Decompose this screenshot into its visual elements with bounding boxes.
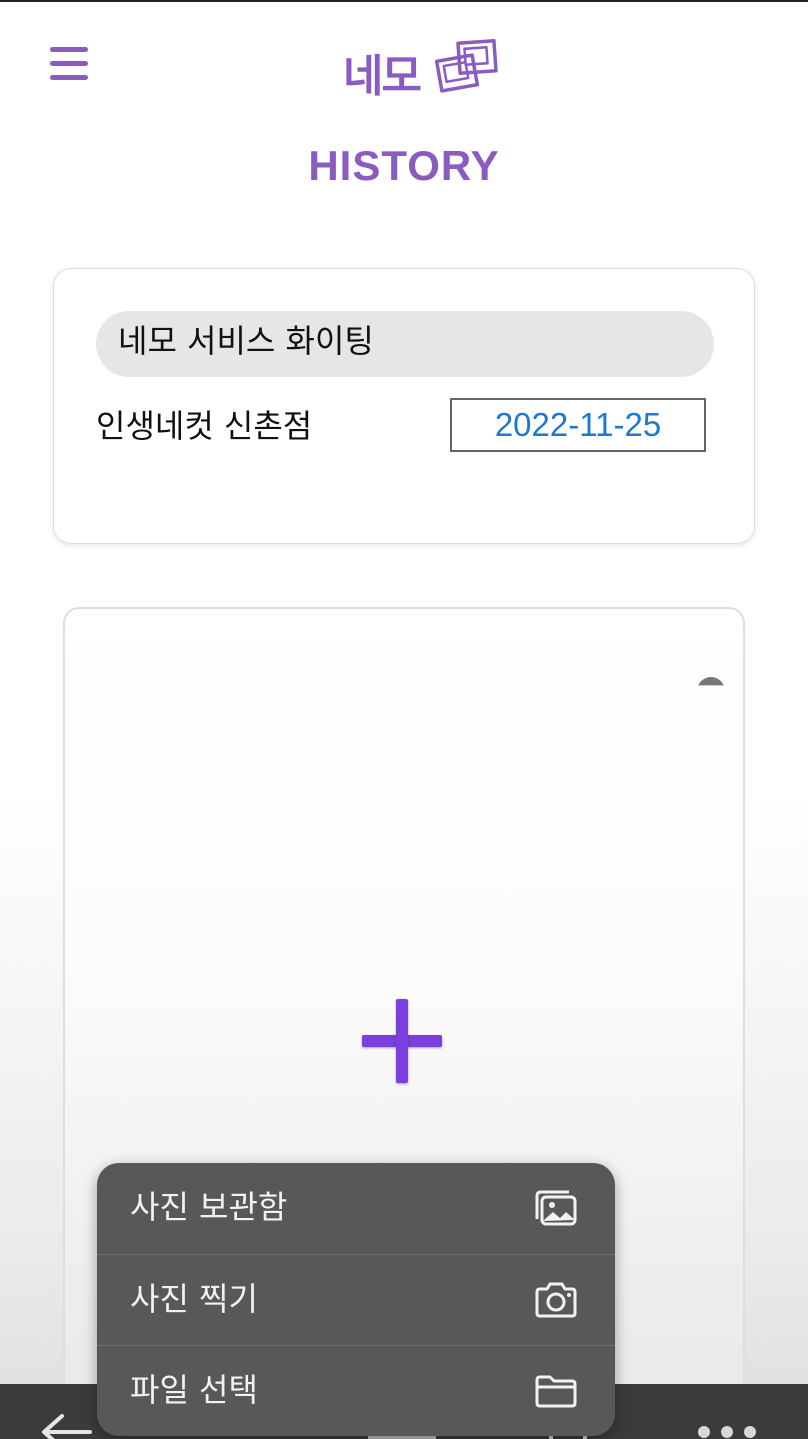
service-name-pill: 네모 서비스 화이팅 [96,311,714,377]
camera-icon [535,1282,577,1318]
photo-frames-icon [435,39,498,93]
folder-icon [535,1375,577,1408]
menu-item-label: 파일 선택 [130,1371,258,1409]
menu-item-take-photo[interactable]: 사진 찍기 [97,1254,615,1345]
plus-icon[interactable] [362,999,442,1083]
menu-item-choose-file[interactable]: 파일 선택 [97,1345,615,1436]
more-options-icon[interactable] [694,1424,760,1439]
photo-library-icon [535,1190,577,1226]
store-name: 인생네컷 신촌점 [96,407,313,445]
history-info-card: 네모 서비스 화이팅 인생네컷 신촌점 2022-11-25 [53,268,755,544]
file-picker-menu: 사진 보관함 사진 찍기 파일 선택 [97,1163,615,1436]
corner-indicator [697,677,725,686]
menu-item-label: 사진 찍기 [130,1280,258,1318]
hamburger-menu-icon[interactable] [50,47,88,81]
page-title: HISTORY [308,142,500,189]
menu-item-label: 사진 보관함 [130,1188,288,1226]
menu-item-photo-library[interactable]: 사진 보관함 [97,1163,615,1254]
status-line [0,0,808,2]
app-logo: 네모 [343,36,503,102]
back-arrow-icon[interactable] [38,1406,94,1439]
logo-text: 네모 [343,51,422,102]
date-field[interactable]: 2022-11-25 [450,398,706,452]
